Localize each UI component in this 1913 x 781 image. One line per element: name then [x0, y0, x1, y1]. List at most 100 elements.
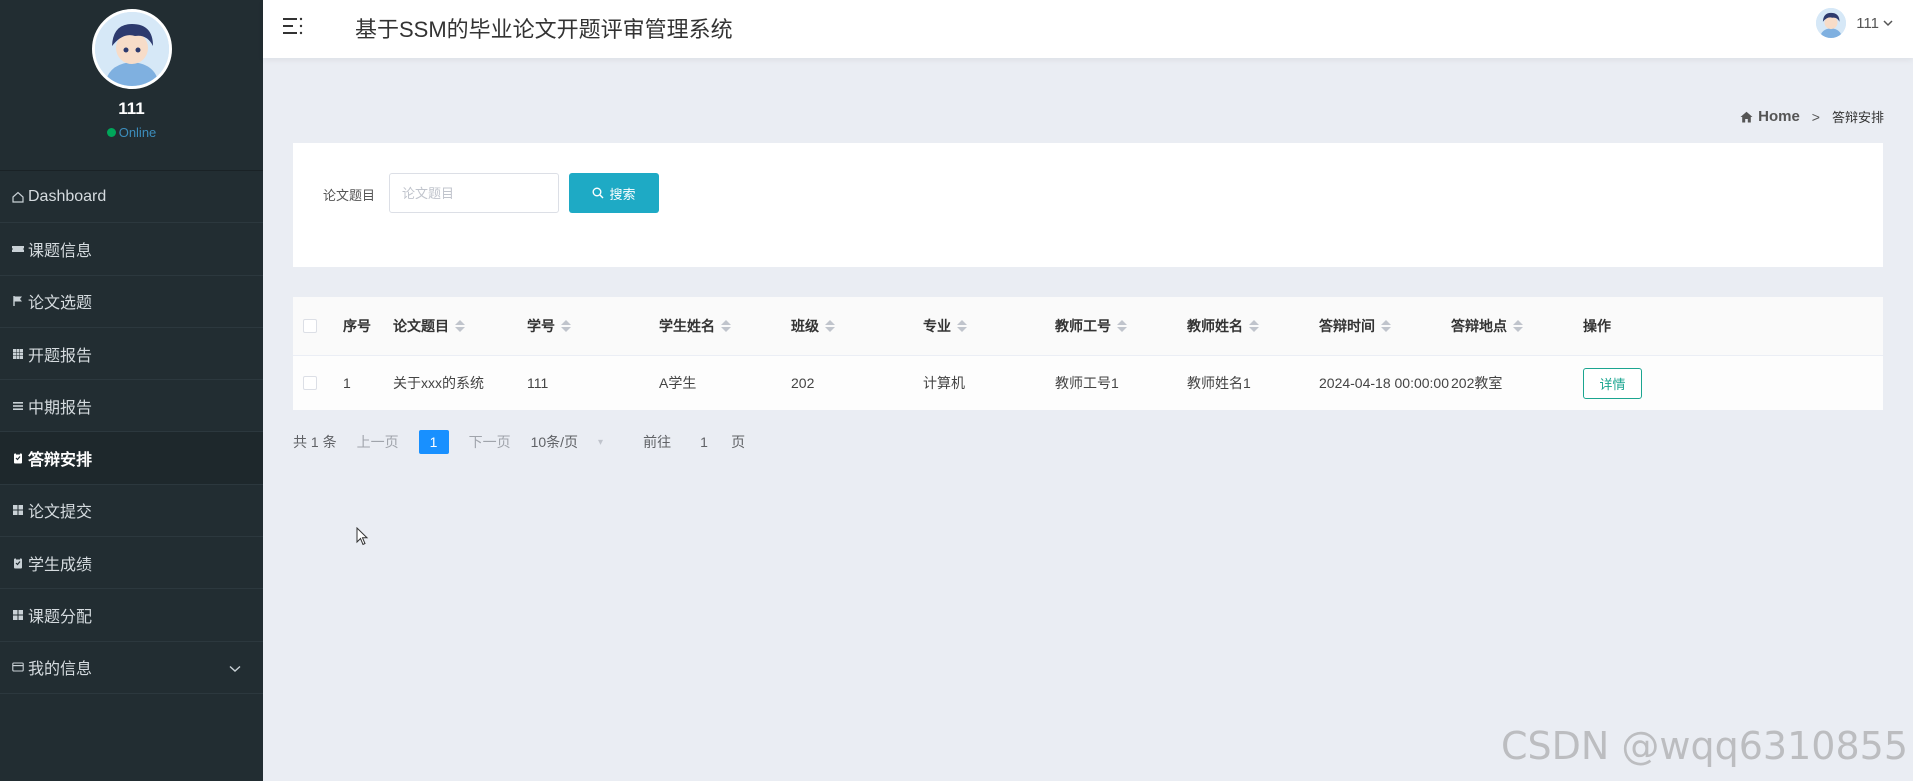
sidebar-item-label: 学生成绩 — [28, 556, 93, 574]
search-input[interactable] — [389, 173, 559, 213]
sort-icon[interactable] — [721, 320, 731, 332]
search-button-label: 搜索 — [609, 186, 636, 202]
username: 111 — [118, 99, 145, 118]
home-icon — [12, 191, 24, 203]
sort-icon[interactable] — [561, 320, 571, 332]
watermark: CSDN @wqq6310855 — [1501, 724, 1908, 768]
cell-student-id: 111 — [527, 375, 549, 391]
status-dot-icon — [106, 128, 116, 137]
flag-icon — [12, 295, 24, 307]
pagination-next-button[interactable]: 下一页 — [469, 432, 511, 452]
sort-icon[interactable] — [957, 320, 967, 332]
breadcrumb-current: 答辩安排 — [1831, 110, 1884, 125]
search-label: 论文题目 — [323, 188, 376, 203]
sidebar-item-topic-info[interactable]: 课题信息 — [0, 223, 263, 276]
cell-teacher-name: 教师姓名1 — [1187, 375, 1251, 391]
header-student-name[interactable]: 学生姓名 — [659, 316, 791, 336]
avatar — [91, 9, 172, 89]
header-label: 教师工号 — [1055, 318, 1111, 334]
header-teacher-id[interactable]: 教师工号 — [1055, 316, 1187, 336]
header-teacher-name[interactable]: 教师姓名 — [1187, 316, 1319, 336]
online-status: Online — [106, 125, 157, 140]
header-student-id[interactable]: 学号 — [527, 316, 659, 336]
sort-icon[interactable] — [1513, 320, 1523, 332]
header-label: 学生姓名 — [659, 318, 715, 334]
home-icon — [1740, 111, 1753, 123]
sidebar-item-defense-schedule[interactable]: 答辩安排 — [0, 432, 263, 485]
apps-icon — [12, 609, 24, 621]
sort-icon[interactable] — [825, 320, 835, 332]
sidebar-item-thesis-selection[interactable]: 论文选题 — [0, 276, 263, 328]
header-label: 论文题目 — [393, 318, 449, 334]
header-class[interactable]: 班级 — [791, 316, 923, 336]
cell-major: 计算机 — [923, 375, 965, 391]
header-label: 学号 — [527, 318, 555, 334]
pagination: 共 1 条 上一页 1 下一页 10条/页 ▾ 前往 1 页 — [293, 430, 745, 454]
header-index: 序号 — [343, 316, 393, 336]
sidebar-item-label: 课题信息 — [28, 242, 93, 260]
row-checkbox[interactable] — [303, 376, 317, 390]
header-defense-time[interactable]: 答辩时间 — [1319, 316, 1451, 336]
cell-title: 关于xxx的系统 — [393, 375, 484, 391]
sidebar-item-topic-assignment[interactable]: 课题分配 — [0, 589, 263, 642]
menu-toggle-icon[interactable] — [281, 14, 305, 38]
user-profile: 111 Online — [0, 0, 263, 170]
row-checkbox-cell — [293, 376, 343, 390]
sort-icon[interactable] — [1117, 320, 1127, 332]
mouse-cursor-icon — [356, 526, 370, 552]
sidebar-item-proposal-report[interactable]: 开题报告 — [0, 328, 263, 381]
header-major[interactable]: 专业 — [923, 316, 1055, 336]
sidebar-item-midterm-report[interactable]: 中期报告 — [0, 380, 263, 433]
search-icon — [592, 187, 604, 199]
select-all-checkbox[interactable] — [303, 319, 317, 333]
header-title[interactable]: 论文题目 — [393, 316, 527, 336]
breadcrumb-separator: > — [1811, 108, 1820, 125]
cell-teacher-id: 教师工号1 — [1055, 375, 1119, 391]
page-size-select[interactable]: 10条/页 ▾ — [531, 432, 604, 452]
list-icon — [12, 400, 24, 412]
search-panel: 论文题目 搜索 — [293, 143, 1883, 267]
sidebar-item-label: Dashboard — [28, 187, 107, 205]
pagination-page-1[interactable]: 1 — [418, 430, 449, 454]
pagination-prev-button[interactable]: 上一页 — [357, 432, 399, 452]
cell-student-name: A学生 — [659, 375, 697, 391]
header-label: 序号 — [343, 318, 371, 334]
sidebar-item-dashboard[interactable]: Dashboard — [0, 171, 263, 224]
clipboard-icon — [12, 557, 24, 569]
page-size-value: 10条/页 — [530, 434, 579, 450]
sidebar-menu: Dashboard 课题信息 论文选题 开题报告 中期报告 答辩安排 论文提交 — [0, 170, 263, 694]
sidebar-item-my-info[interactable]: 我的信息 — [0, 642, 263, 694]
cell-class: 202 — [791, 375, 815, 391]
breadcrumb: Home > 答辩安排 — [1740, 107, 1884, 126]
apps-icon — [12, 504, 24, 516]
sidebar-item-label: 中期报告 — [28, 399, 93, 417]
sidebar-item-student-scores[interactable]: 学生成绩 — [0, 537, 263, 590]
sort-icon[interactable] — [455, 320, 465, 332]
user-dropdown[interactable]: 111 — [1816, 8, 1893, 38]
sidebar: 111 Online Dashboard 课题信息 论文选题 开题报告 中期报告 — [0, 0, 263, 781]
header-actions: 操作 — [1583, 316, 1703, 336]
avatar — [1816, 8, 1847, 38]
breadcrumb-home[interactable]: Home — [1740, 108, 1800, 125]
header-label: 专业 — [923, 318, 951, 334]
sort-icon[interactable] — [1249, 320, 1259, 332]
header-label: 班级 — [791, 318, 819, 334]
sidebar-item-label: 课题分配 — [28, 609, 93, 627]
status-text: Online — [118, 125, 157, 140]
search-button[interactable]: 搜索 — [569, 173, 659, 213]
detail-button[interactable]: 详情 — [1583, 367, 1642, 399]
chevron-down-icon — [229, 660, 241, 678]
sidebar-item-label: 我的信息 — [28, 661, 93, 679]
header-defense-location[interactable]: 答辩地点 — [1451, 316, 1583, 336]
chevron-down-icon: ▾ — [598, 436, 604, 448]
chevron-down-icon — [1883, 14, 1893, 32]
sort-icon[interactable] — [1381, 320, 1391, 332]
sidebar-item-label: 开题报告 — [28, 347, 93, 365]
sidebar-item-thesis-submission[interactable]: 论文提交 — [0, 485, 263, 538]
goto-page-input[interactable]: 1 — [689, 434, 719, 450]
defense-time-text: 2024-04-18 00:00:00 — [1319, 375, 1449, 391]
sidebar-item-label: 论文提交 — [28, 504, 93, 522]
data-table: 序号 论文题目 学号 学生姓名 班级 专业 教师工号 教师姓名 答辩时间 答辩地… — [293, 297, 1883, 410]
sidebar-item-label: 论文选题 — [28, 295, 93, 313]
app-title: 基于SSM的毕业论文开题评审管理系统 — [355, 17, 733, 42]
